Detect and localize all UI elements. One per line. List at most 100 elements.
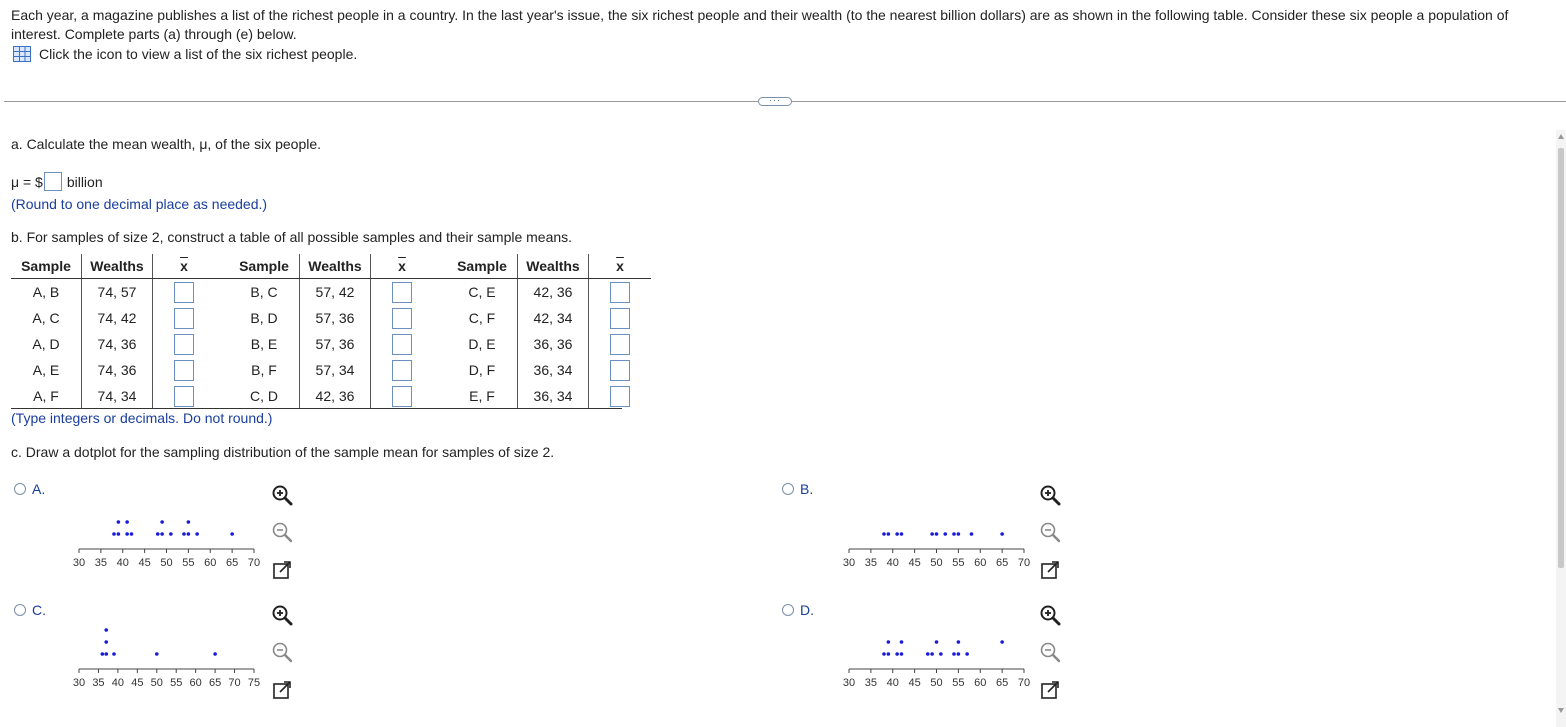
dotplot-dot bbox=[160, 520, 164, 524]
option-b-zoom-out-icon[interactable] bbox=[1038, 520, 1062, 544]
sample-cell: E, F bbox=[469, 388, 495, 404]
axis-tick-label: 45 bbox=[139, 557, 151, 569]
axis-tick-label: 55 bbox=[952, 677, 964, 689]
axis-tick-label: 35 bbox=[865, 677, 877, 689]
expand-collapse-button[interactable]: ··· bbox=[758, 96, 792, 106]
wealths-cell: 74, 57 bbox=[81, 278, 153, 305]
option-d-radio[interactable] bbox=[782, 604, 794, 616]
option-d-open-external-icon[interactable] bbox=[1038, 678, 1062, 702]
option-c[interactable]: C. bbox=[14, 602, 46, 618]
vertical-scrollbar[interactable] bbox=[1556, 130, 1566, 727]
option-c-zoom-in-icon[interactable] bbox=[270, 603, 294, 627]
sample-mean-cell bbox=[371, 357, 434, 383]
sample-mean-input[interactable] bbox=[174, 333, 194, 355]
dotplot-dot bbox=[104, 628, 109, 632]
sample-cell: A, F bbox=[33, 388, 59, 404]
axis-tick-label: 60 bbox=[190, 677, 202, 689]
sample-mean-input[interactable] bbox=[610, 385, 630, 407]
axis-tick-label: 55 bbox=[182, 557, 194, 569]
option-b[interactable]: B. bbox=[782, 481, 813, 497]
axis-tick-label: 55 bbox=[952, 557, 964, 569]
sample-mean-input[interactable] bbox=[174, 307, 194, 329]
axis-tick-label: 30 bbox=[73, 557, 85, 569]
sample-mean-input[interactable] bbox=[174, 385, 194, 407]
axis-tick-label: 50 bbox=[160, 557, 172, 569]
dotplot-dot bbox=[112, 532, 116, 536]
sample-cell: A, C bbox=[32, 310, 60, 326]
option-b-label[interactable]: B. bbox=[800, 481, 813, 497]
sample-mean-cell bbox=[371, 383, 434, 409]
axis-tick-label: 75 bbox=[248, 677, 260, 689]
wealths-cell: 74, 34 bbox=[81, 383, 153, 409]
sample-mean-input[interactable] bbox=[174, 281, 194, 303]
option-c-label[interactable]: C. bbox=[32, 602, 46, 618]
option-d[interactable]: D. bbox=[782, 602, 814, 618]
sample-cell: D, F bbox=[468, 362, 496, 378]
dotplot-dot bbox=[112, 652, 116, 656]
scroll-down-arrow-icon[interactable] bbox=[1558, 708, 1564, 713]
dotplot-dot bbox=[886, 532, 891, 536]
option-a-open-external-icon[interactable] bbox=[270, 558, 294, 582]
axis-tick-label: 65 bbox=[996, 557, 1008, 569]
dotplot-dot bbox=[116, 520, 121, 524]
sample-mean-input[interactable] bbox=[610, 333, 630, 355]
header-sample-mean: x bbox=[370, 254, 433, 279]
option-d-zoom-in-icon[interactable] bbox=[1038, 603, 1062, 627]
sample-mean-input[interactable] bbox=[610, 281, 630, 303]
sample-mean-cell bbox=[153, 331, 216, 357]
sample-mean-cell bbox=[371, 331, 434, 357]
sample-mean-input[interactable] bbox=[392, 385, 412, 407]
sample-mean-input[interactable] bbox=[392, 333, 412, 355]
sample-cell: C, F bbox=[468, 310, 496, 326]
option-b-zoom-in-icon[interactable] bbox=[1038, 483, 1062, 507]
axis-tick-label: 60 bbox=[974, 677, 986, 689]
dotplot-c: 30 35 40 45 50 55 60 65 70 75 bbox=[73, 628, 260, 689]
option-c-open-external-icon[interactable] bbox=[270, 678, 294, 702]
dotplot-dot bbox=[1000, 532, 1004, 536]
option-a-zoom-out-icon[interactable] bbox=[270, 520, 294, 544]
dotplot-dot bbox=[1000, 640, 1004, 644]
dotplot-dot bbox=[213, 652, 217, 656]
dotplot-a: 30 35 40 45 50 55 60 65 70 bbox=[73, 520, 260, 569]
scrollbar-thumb[interactable] bbox=[1558, 148, 1564, 568]
dotplot-dot bbox=[125, 520, 129, 524]
dotplot-dot bbox=[969, 532, 974, 536]
mean-wealth-input[interactable] bbox=[43, 172, 62, 191]
option-a-radio[interactable] bbox=[14, 483, 26, 495]
dotplot-d: 30 35 40 45 50 55 60 65 70 bbox=[843, 640, 1030, 689]
option-c-radio[interactable] bbox=[14, 604, 26, 616]
sample-mean-input[interactable] bbox=[392, 307, 412, 329]
option-d-zoom-out-icon[interactable] bbox=[1038, 640, 1062, 664]
wealths-cell: 57, 36 bbox=[299, 331, 371, 357]
dotplot-dot bbox=[104, 640, 109, 644]
table-grid-icon[interactable] bbox=[13, 46, 31, 62]
sample-cell: B, C bbox=[250, 284, 278, 300]
sample-mean-input[interactable] bbox=[610, 359, 630, 381]
scroll-up-arrow-icon[interactable] bbox=[1558, 134, 1564, 139]
dotplot-b: 30 35 40 45 50 55 60 65 70 bbox=[843, 532, 1030, 569]
option-a[interactable]: A. bbox=[14, 481, 45, 497]
type-note: (Type integers or decimals. Do not round… bbox=[11, 410, 273, 426]
header-wealths: Wealths bbox=[81, 254, 153, 279]
option-c-zoom-out-icon[interactable] bbox=[270, 640, 294, 664]
view-richest-list-link[interactable]: Click the icon to view a list of the six… bbox=[13, 46, 357, 62]
axis-tick-label: 30 bbox=[73, 677, 85, 689]
sample-mean-input[interactable] bbox=[174, 359, 194, 381]
wealths-cell: 42, 36 bbox=[517, 278, 589, 305]
sample-mean-input[interactable] bbox=[610, 307, 630, 329]
sample-cell: A, E bbox=[32, 362, 60, 378]
view-richest-list-label[interactable]: Click the icon to view a list of the six… bbox=[39, 46, 357, 62]
option-a-zoom-in-icon[interactable] bbox=[270, 483, 294, 507]
dotplot-dot bbox=[965, 652, 969, 656]
sample-mean-input[interactable] bbox=[392, 281, 412, 303]
sample-cell: C, E bbox=[468, 284, 496, 300]
option-b-radio[interactable] bbox=[782, 483, 794, 495]
sample-mean-input[interactable] bbox=[392, 359, 412, 381]
wealths-cell: 42, 34 bbox=[517, 305, 589, 331]
option-a-label[interactable]: A. bbox=[32, 481, 45, 497]
option-b-open-external-icon[interactable] bbox=[1038, 558, 1062, 582]
option-d-label[interactable]: D. bbox=[800, 602, 814, 618]
axis-tick-label: 50 bbox=[151, 677, 163, 689]
axis-tick-label: 45 bbox=[909, 677, 921, 689]
dotplot-dot bbox=[956, 640, 961, 644]
